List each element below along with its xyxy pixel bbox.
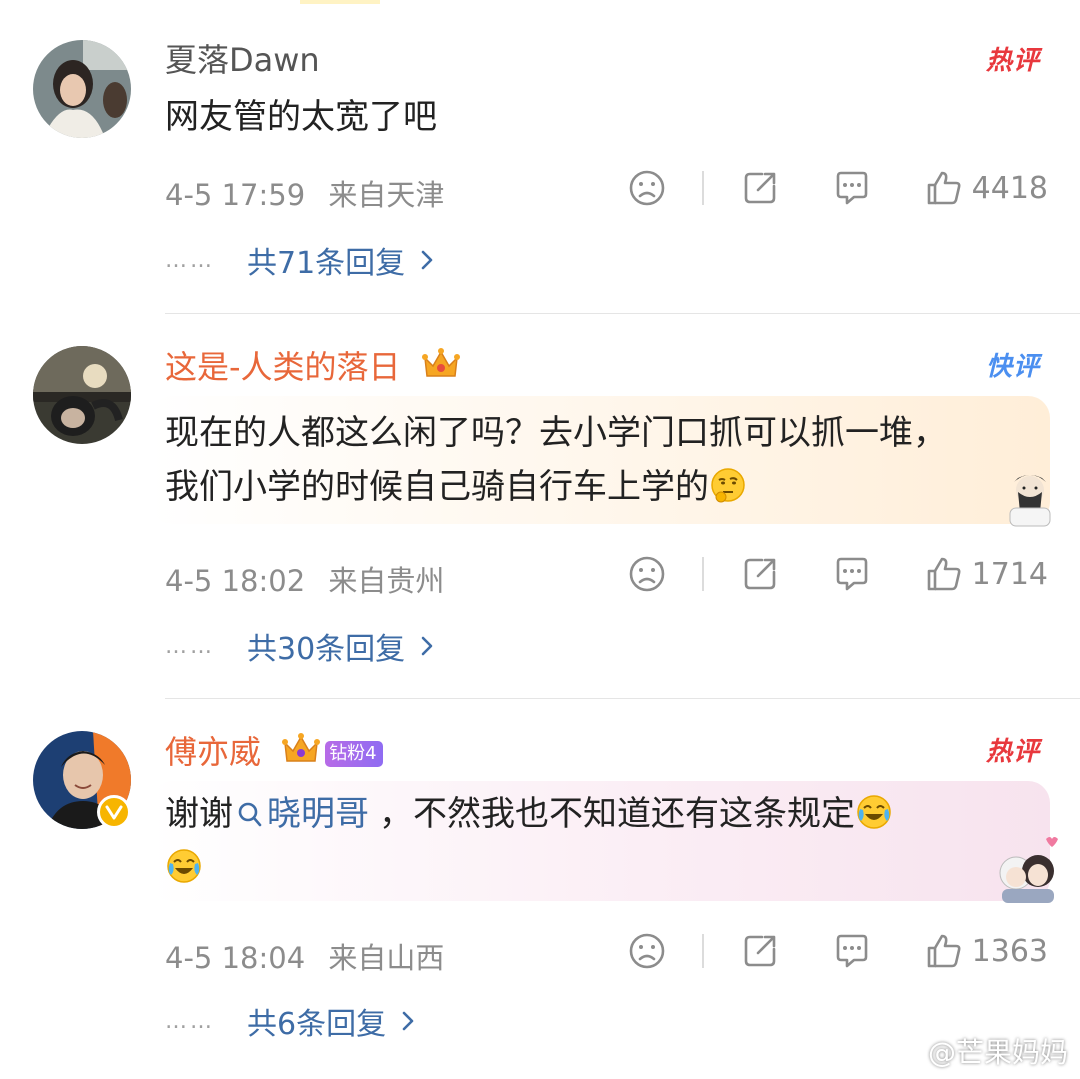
- laugh-cry-emoji-icon: [167, 849, 201, 883]
- comment-location: 来自贵州: [328, 564, 445, 598]
- username[interactable]: 傅亦威 钻粉4: [165, 731, 383, 772]
- username-text: 这是-人类的落日: [165, 348, 401, 386]
- crown-icon: [421, 348, 460, 377]
- share-button[interactable]: [740, 168, 780, 208]
- chevron-right-icon: [421, 636, 433, 656]
- avatar[interactable]: [33, 40, 131, 138]
- tag-label: 热评: [985, 46, 1040, 76]
- action-separator: [701, 171, 704, 205]
- scholar-sticker-icon: [1009, 475, 1051, 527]
- action-separator: [701, 557, 704, 591]
- replies-row[interactable]: …… 共30条回复: [165, 624, 435, 668]
- comment-location: 来自山西: [328, 941, 445, 975]
- comment-time: 4-5 18:04: [165, 941, 306, 975]
- chevron-right-icon: [402, 1011, 414, 1031]
- comment-meta: 4-5 18:04 来自山西: [165, 935, 444, 977]
- replies-row[interactable]: …… 共71条回复: [165, 238, 435, 282]
- comment-button[interactable]: [832, 931, 872, 971]
- share-button[interactable]: [740, 931, 780, 971]
- sad-face-icon: [629, 170, 664, 206]
- fan-level-badge[interactable]: 钻粉4: [325, 741, 383, 767]
- hot-comment-tag: 热评: [986, 40, 1040, 77]
- verified-badge: [97, 795, 131, 829]
- weibo-watermark: @芒果妈妈: [890, 1031, 1068, 1071]
- comment-text: 网友管的太宽了吧: [165, 90, 437, 144]
- comment-text-line: 谢谢 晓明哥 ，不然我也不知道还有这条规定: [165, 787, 893, 841]
- sad-face-icon: [629, 933, 664, 969]
- comment-text-line: [165, 841, 893, 895]
- share-button[interactable]: [740, 554, 780, 594]
- replies-row[interactable]: …… 共6条回复: [165, 999, 416, 1043]
- dislike-button[interactable]: [628, 555, 666, 593]
- username-text: 傅亦威: [165, 733, 262, 771]
- mention-link[interactable]: 晓明哥: [233, 794, 369, 834]
- dislike-button[interactable]: [628, 169, 666, 207]
- comment-item: 这是-人类的落日 快评 现在的人都这么闲了吗？去小学门口抓可以抓一堆， 我们小学…: [0, 314, 1080, 698]
- thumbs-up-icon: [927, 557, 961, 591]
- fast-comment-tag: 快评: [986, 346, 1040, 383]
- view-replies-link[interactable]: 共71条回复: [247, 238, 405, 282]
- comment-time: 4-5 18:02: [165, 564, 306, 598]
- action-bar: 4418: [628, 168, 1048, 208]
- view-replies-link[interactable]: 共30条回复: [247, 624, 405, 668]
- comment-meta: 4-5 17:59 来自天津: [165, 172, 444, 214]
- action-bar: 1714: [628, 554, 1048, 594]
- reply-dots: ……: [165, 633, 215, 659]
- weibo-logo-icon: [890, 1039, 922, 1065]
- action-bar: 1363: [628, 931, 1048, 971]
- reply-dots: ……: [165, 1008, 215, 1034]
- comment-text-prefix: 谢谢: [165, 794, 233, 834]
- share-icon: [744, 172, 775, 204]
- comment-icon: [836, 934, 867, 968]
- like-button[interactable]: 1363: [924, 931, 1048, 971]
- username[interactable]: 夏落Dawn: [165, 40, 320, 80]
- like-count: 1714: [971, 556, 1048, 592]
- comment-text-line-with-emoji: 我们小学的时候自己骑自行车上学的: [165, 460, 947, 514]
- comment-time: 4-5 17:59: [165, 178, 306, 212]
- thumbs-up-icon: [927, 171, 961, 205]
- hot-comment-tag: 热评: [986, 731, 1040, 768]
- comment-button[interactable]: [832, 554, 872, 594]
- like-count: 1363: [971, 933, 1048, 969]
- comment-item: 傅亦威 钻粉4 热评 谢谢 晓明哥 ，不然我也不知道还有这条规定 4-5 18:04…: [0, 699, 1080, 1079]
- comment-text: 谢谢 晓明哥 ，不然我也不知道还有这条规定: [165, 787, 893, 895]
- comment-text-suffix: ，不然我也不知道还有这条规定: [379, 794, 855, 834]
- crown-icon: [282, 733, 321, 762]
- like-button[interactable]: 1714: [924, 554, 1048, 594]
- thumbs-up-icon: [927, 934, 961, 968]
- anime-couple-sticker-icon: [999, 837, 1058, 903]
- comment-item: 夏落Dawn 热评 网友管的太宽了吧 4-5 17:59 来自天津 4418 ……: [0, 0, 1080, 314]
- like-count: 4418: [971, 170, 1048, 206]
- mention-text: 晓明哥: [267, 794, 369, 834]
- tag-label: 快评: [985, 352, 1040, 382]
- sad-face-icon: [629, 556, 664, 592]
- thinking-face-emoji-icon: [711, 468, 745, 503]
- avatar[interactable]: [33, 346, 131, 444]
- comment-location: 来自天津: [328, 178, 445, 212]
- tag-label: 热评: [985, 737, 1040, 767]
- laugh-cry-emoji-icon: [857, 795, 891, 829]
- dislike-button[interactable]: [628, 932, 666, 970]
- comment-button[interactable]: [832, 168, 872, 208]
- watermark-text: @芒果妈妈: [927, 1036, 1068, 1069]
- comment-text-line: 我们小学的时候自己骑自行车上学的: [165, 467, 709, 507]
- chevron-right-icon: [421, 250, 433, 270]
- verified-v-icon: [105, 805, 123, 820]
- comment-meta: 4-5 18:02 来自贵州: [165, 558, 444, 600]
- username[interactable]: 这是-人类的落日: [165, 346, 461, 387]
- comment-icon: [836, 171, 867, 205]
- comment-icon: [836, 557, 867, 591]
- action-separator: [701, 934, 704, 968]
- like-button[interactable]: 4418: [924, 168, 1048, 208]
- reply-dots: ……: [165, 247, 215, 273]
- comment-text: 现在的人都这么闲了吗？去小学门口抓可以抓一堆， 我们小学的时候自己骑自行车上学的: [165, 406, 947, 514]
- share-icon: [744, 558, 775, 590]
- share-icon: [744, 935, 775, 967]
- comment-text-line: 网友管的太宽了吧: [165, 97, 437, 137]
- view-replies-link[interactable]: 共6条回复: [247, 999, 386, 1043]
- comment-text-line: 现在的人都这么闲了吗？去小学门口抓可以抓一堆，: [165, 413, 947, 453]
- search-icon: [238, 802, 262, 827]
